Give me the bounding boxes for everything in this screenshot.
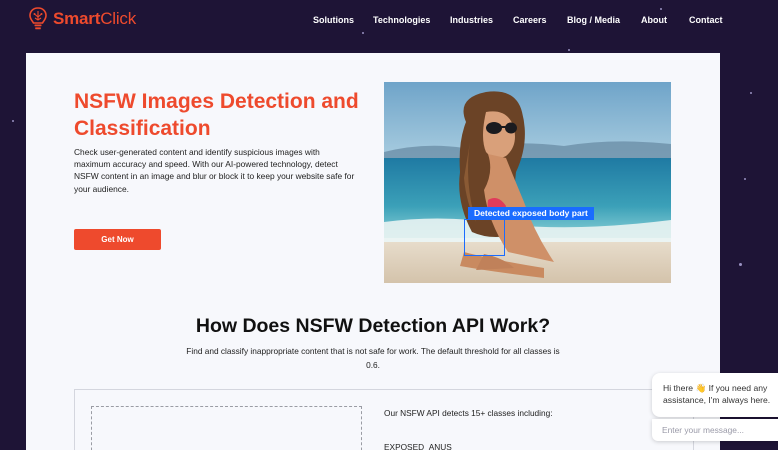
hero-description: Check user-generated content and identif… <box>74 147 355 194</box>
nav-link-about[interactable]: About <box>641 15 667 25</box>
top-navigation: SmartClick Solutions Technologies Indust… <box>0 0 778 42</box>
beach-woman-illustration <box>384 82 671 283</box>
star <box>12 120 14 122</box>
star <box>568 49 570 51</box>
detection-bounding-box <box>464 219 505 256</box>
section-description: Find and classify inappropriate content … <box>186 346 560 370</box>
demo-panel: Our NSFW API detects 15+ classes includi… <box>74 389 694 450</box>
hero-title: NSFW Images Detection and Classification <box>74 90 359 140</box>
chat-greeting-line: assistance, I'm always here. <box>663 395 771 405</box>
section-title: How Does NSFW Detection API Work? <box>195 315 551 337</box>
image-drop-zone[interactable] <box>91 406 362 450</box>
chat-greeting-bubble[interactable]: Hi there 👋 If you need any assistance, I… <box>652 373 778 417</box>
nav-link-contact[interactable]: Contact <box>689 15 723 25</box>
star <box>739 263 742 266</box>
brand-name: SmartClick <box>53 9 137 28</box>
nav-link-blog-media[interactable]: Blog / Media <box>567 15 620 25</box>
nav-link-technologies[interactable]: Technologies <box>373 15 430 25</box>
hero-detection-image: Detected exposed body part <box>384 82 671 283</box>
api-classes-intro: Our NSFW API detects 15+ classes includi… <box>384 408 553 418</box>
nav-link-industries[interactable]: Industries <box>450 15 493 25</box>
nav-link-careers[interactable]: Careers <box>513 15 547 25</box>
get-now-button[interactable]: Get Now <box>74 229 161 250</box>
brand-logo[interactable]: SmartClick <box>28 6 136 32</box>
nav-link-solutions[interactable]: Solutions <box>313 15 354 25</box>
api-class-item: EXPOSED_ANUS <box>384 442 452 450</box>
star <box>744 178 746 180</box>
star <box>750 92 752 94</box>
chat-input-container <box>652 419 778 441</box>
main-content-card: NSFW Images Detection and Classification… <box>26 53 720 450</box>
chat-greeting-line: Hi there 👋 If you need any <box>663 383 768 393</box>
lightbulb-circuit-icon <box>29 7 47 30</box>
chat-message-input[interactable] <box>662 423 778 437</box>
